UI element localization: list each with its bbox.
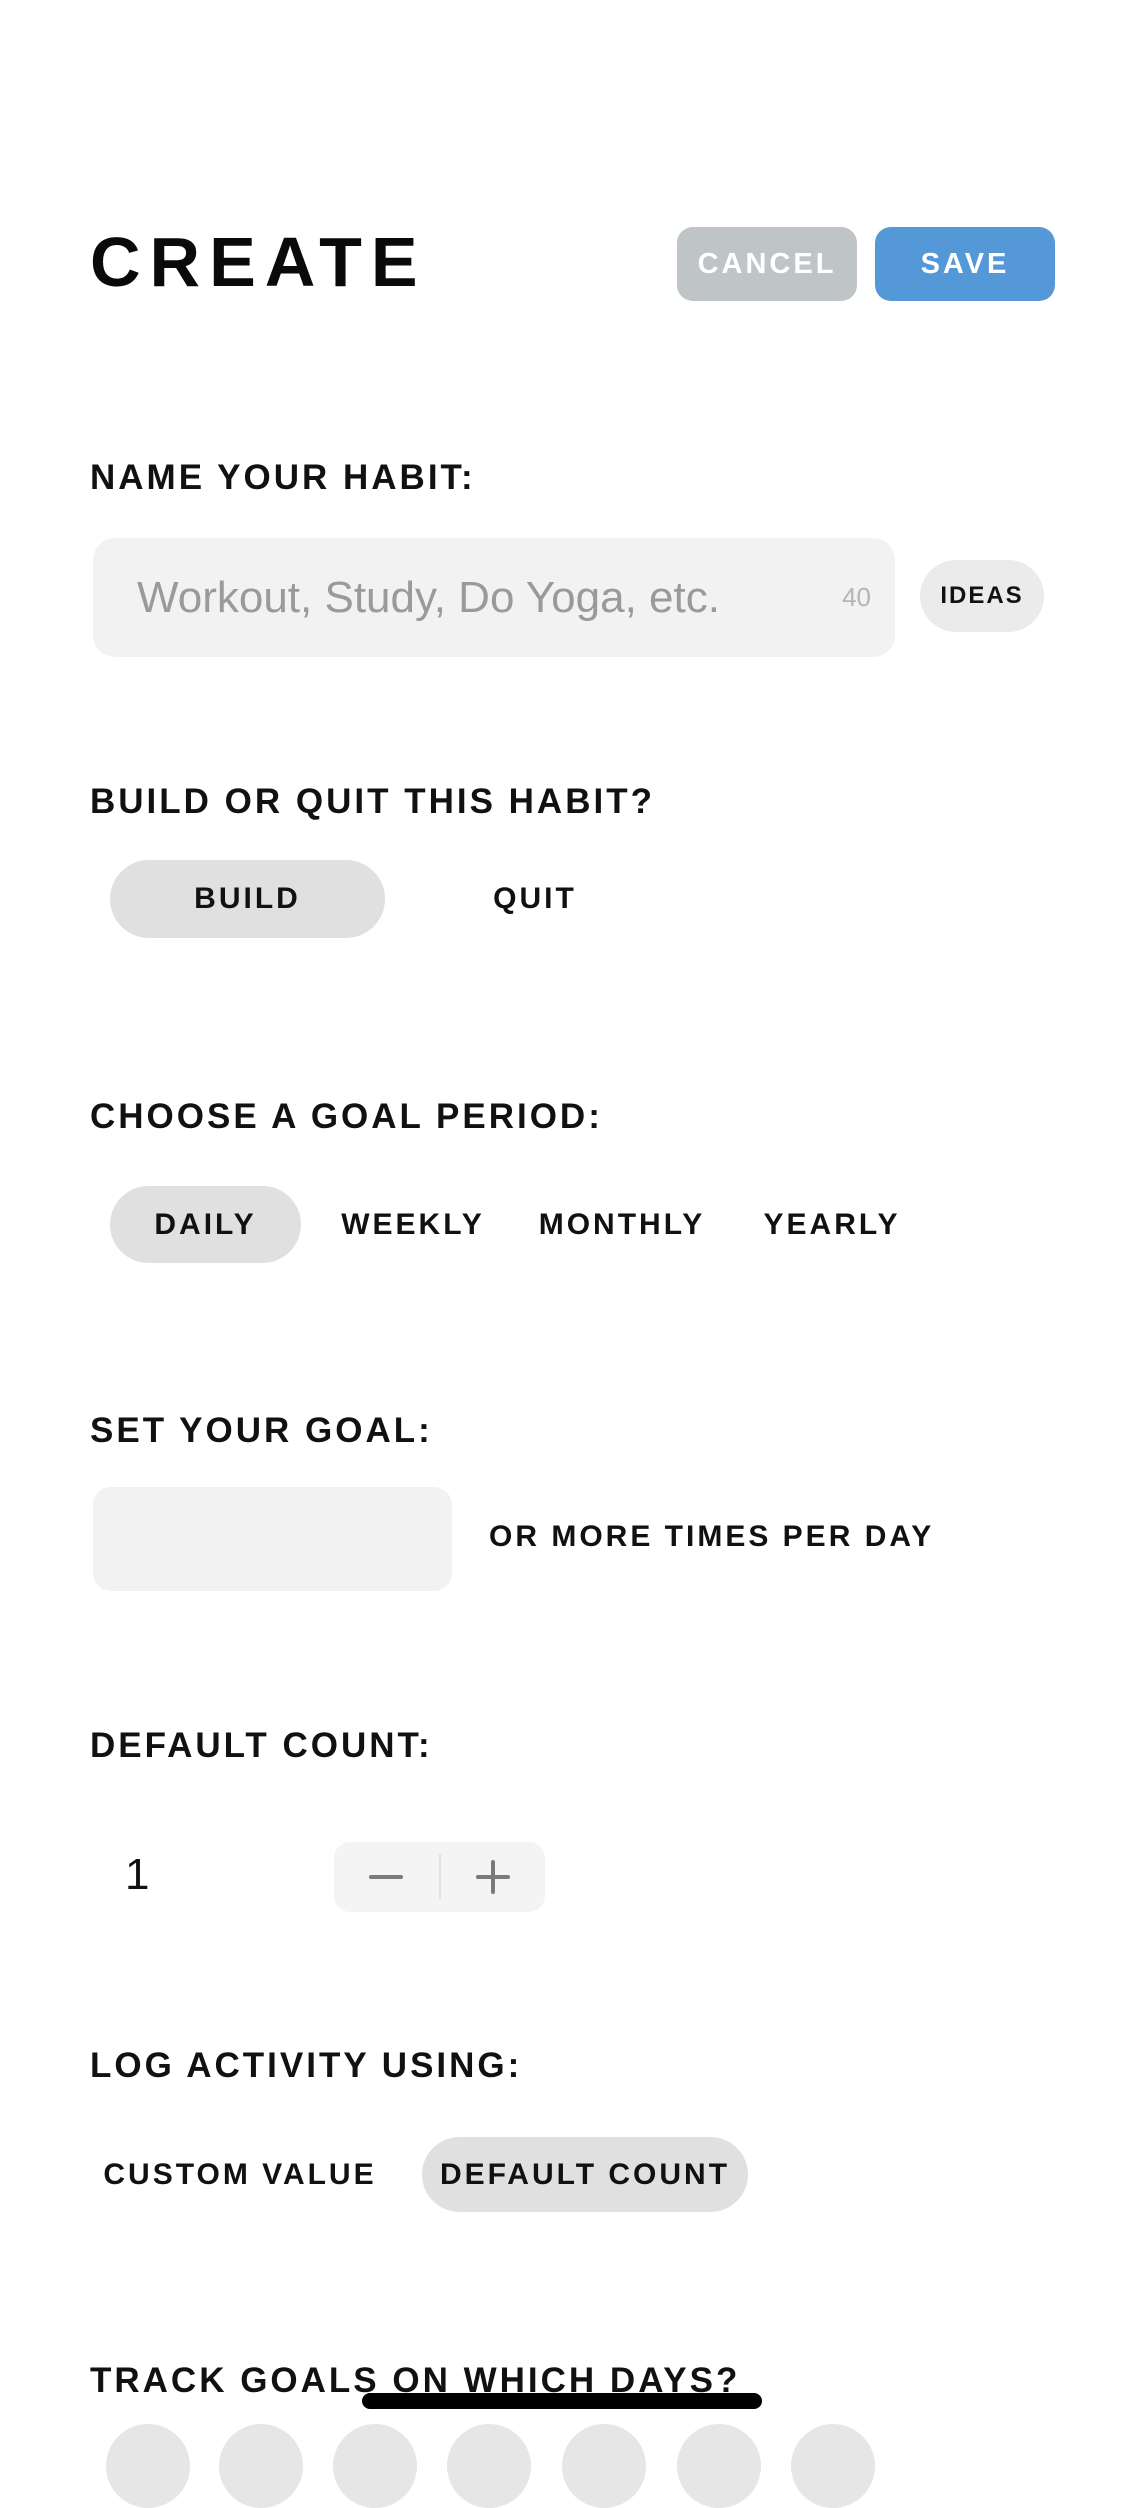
log-default-count[interactable]: DEFAULT COUNT [422,2137,748,2212]
day-toggle-1[interactable] [106,2424,190,2508]
habit-name-placeholder: Workout, Study, Do Yoga, etc. [137,572,720,622]
decrement-button[interactable] [334,1842,439,1912]
increment-button[interactable] [441,1842,546,1912]
day-toggle-3[interactable] [333,2424,417,2508]
name-habit-label: NAME YOUR HABIT: [90,458,476,497]
log-custom-value[interactable]: CUSTOM VALUE [90,2137,390,2212]
build-option[interactable]: BUILD [110,860,385,938]
habit-name-input[interactable]: Workout, Study, Do Yoga, etc. 40 [93,538,895,657]
set-goal-label: SET YOUR GOAL: [90,1411,433,1450]
page-title: CREATE [90,223,427,301]
quit-option[interactable]: QUIT [455,860,615,938]
default-count-value: 1 [125,1850,150,1899]
minus-icon [369,1875,404,1879]
period-weekly[interactable]: WEEKLY [330,1186,496,1263]
day-toggle-6[interactable] [677,2424,761,2508]
build-quit-label: BUILD OR QUIT THIS HABIT? [90,782,655,821]
log-activity-label: LOG ACTIVITY USING: [90,2046,523,2085]
plus-icon [475,1860,510,1894]
period-daily[interactable]: DAILY [110,1186,301,1263]
default-count-stepper[interactable] [334,1842,545,1912]
period-monthly[interactable]: MONTHLY [522,1186,722,1263]
period-yearly[interactable]: YEARLY [746,1186,918,1263]
goal-suffix-text: OR MORE TIMES PER DAY [489,1520,935,1553]
save-button[interactable]: SAVE [875,227,1055,301]
day-toggle-2[interactable] [219,2424,303,2508]
day-toggle-4[interactable] [447,2424,531,2508]
default-count-label: DEFAULT COUNT: [90,1726,433,1765]
day-toggle-5[interactable] [562,2424,646,2508]
goal-period-label: CHOOSE A GOAL PERIOD: [90,1097,603,1136]
goal-input[interactable] [93,1487,452,1591]
day-toggle-7[interactable] [791,2424,875,2508]
char-limit-counter: 40 [842,582,871,612]
ideas-button[interactable]: IDEAS [920,560,1044,632]
cancel-button[interactable]: CANCEL [677,227,857,301]
home-indicator[interactable] [362,2393,762,2409]
